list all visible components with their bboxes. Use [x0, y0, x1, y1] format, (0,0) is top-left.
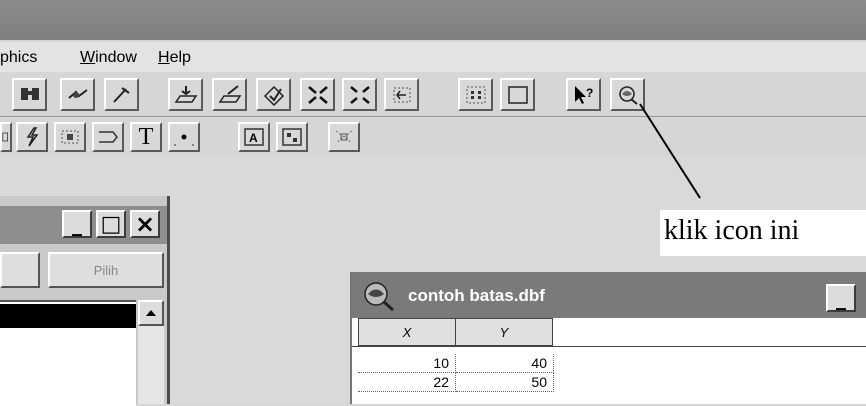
- annotation-arrow: [639, 103, 701, 199]
- annotation-label: klik icon ini: [660, 210, 866, 256]
